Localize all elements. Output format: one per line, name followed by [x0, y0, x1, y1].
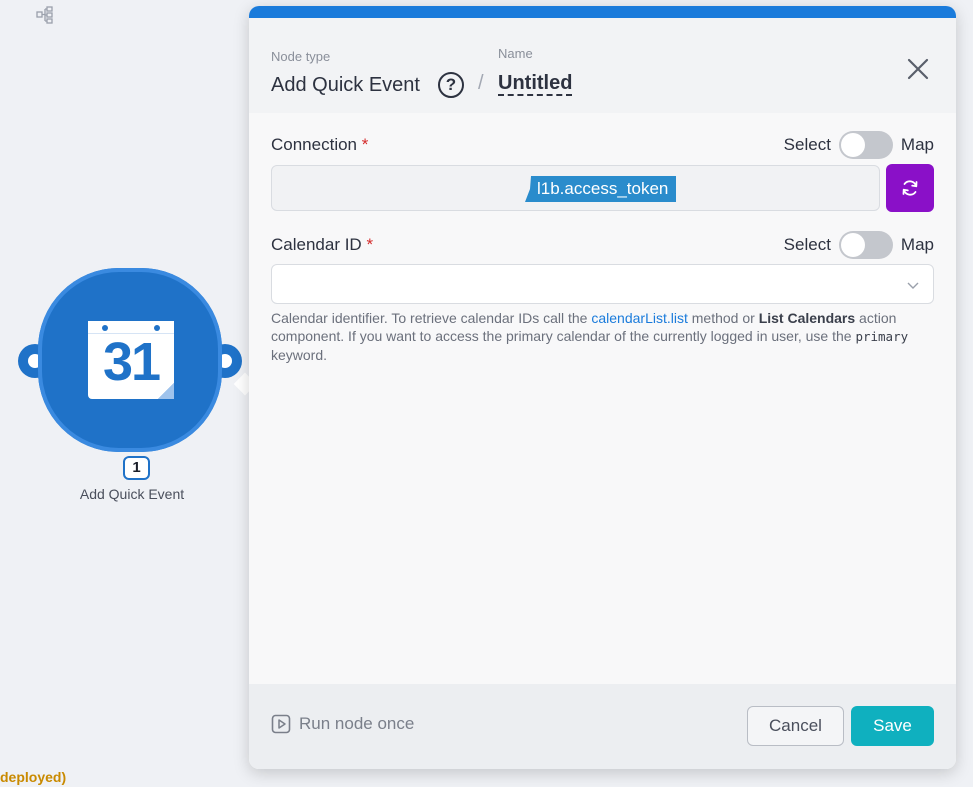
- calendarlist-link[interactable]: calendarList.list: [591, 310, 688, 326]
- calendar-id-select[interactable]: [271, 264, 934, 304]
- calendar-icon: 31: [88, 321, 174, 399]
- tree-icon[interactable]: [36, 6, 54, 24]
- help-text-part: method or: [687, 310, 759, 326]
- help-text-part: keyword.: [271, 347, 328, 363]
- toggle-select-label: Select: [783, 135, 831, 154]
- help-text-code: primary: [855, 329, 909, 344]
- chevron-down-icon: [907, 282, 919, 289]
- required-mark: *: [366, 235, 374, 254]
- required-mark: *: [361, 135, 369, 154]
- connection-label: Connection *: [271, 135, 368, 155]
- panel-accent-bar: [249, 6, 956, 18]
- cancel-button[interactable]: Cancel: [747, 706, 844, 746]
- toggle-map-label: Map: [900, 235, 934, 254]
- connection-mode-toggle-group: Select Map: [784, 131, 934, 159]
- play-icon: [271, 714, 291, 734]
- panel-header: Node type Name Add Quick Event ? / Untit…: [249, 18, 956, 113]
- help-text-bold: List Calendars: [758, 310, 856, 326]
- panel-footer: Run node once Cancel Save: [249, 684, 956, 769]
- node-label: Add Quick Event: [79, 486, 185, 502]
- node-type-value: Add Quick Event: [271, 74, 420, 96]
- scenario-node[interactable]: 31 1 Add Quick Event: [16, 266, 248, 506]
- connection-token[interactable]: l1b.access_token: [525, 176, 677, 202]
- toggle-map-label: Map: [900, 135, 934, 154]
- run-node-once-button[interactable]: Run node once: [271, 714, 414, 734]
- calendar-map-toggle[interactable]: [838, 231, 893, 259]
- name-label: Name: [498, 46, 533, 61]
- deployment-status-text: deployed): [0, 769, 67, 785]
- node-settings-panel: Node type Name Add Quick Event ? / Untit…: [249, 6, 956, 769]
- calendar-id-label-text: Calendar ID: [271, 235, 362, 254]
- connection-label-text: Connection: [271, 135, 358, 154]
- help-text-part: Calendar identifier. To retrieve calenda…: [271, 310, 592, 326]
- refresh-connection-button[interactable]: [886, 164, 934, 212]
- refresh-icon: [902, 180, 918, 196]
- connection-input[interactable]: l1b.access_token: [271, 165, 880, 211]
- connection-map-toggle[interactable]: [838, 131, 893, 159]
- node-number-badge: 1: [123, 456, 150, 480]
- close-icon[interactable]: [905, 56, 931, 82]
- header-separator: /: [478, 72, 484, 94]
- run-node-once-label: Run node once: [299, 714, 415, 733]
- help-icon[interactable]: ?: [438, 72, 464, 98]
- save-button[interactable]: Save: [851, 706, 934, 746]
- toggle-select-label: Select: [783, 235, 831, 254]
- calendar-id-label: Calendar ID *: [271, 235, 373, 255]
- panel-body: Connection * Select Map l1b.access_token…: [249, 113, 956, 696]
- node-type-label: Node type: [271, 49, 331, 64]
- calendar-id-help-text: Calendar identifier. To retrieve calenda…: [271, 309, 911, 364]
- node-name-field[interactable]: Untitled: [498, 72, 573, 96]
- calendar-mode-toggle-group: Select Map: [784, 231, 934, 259]
